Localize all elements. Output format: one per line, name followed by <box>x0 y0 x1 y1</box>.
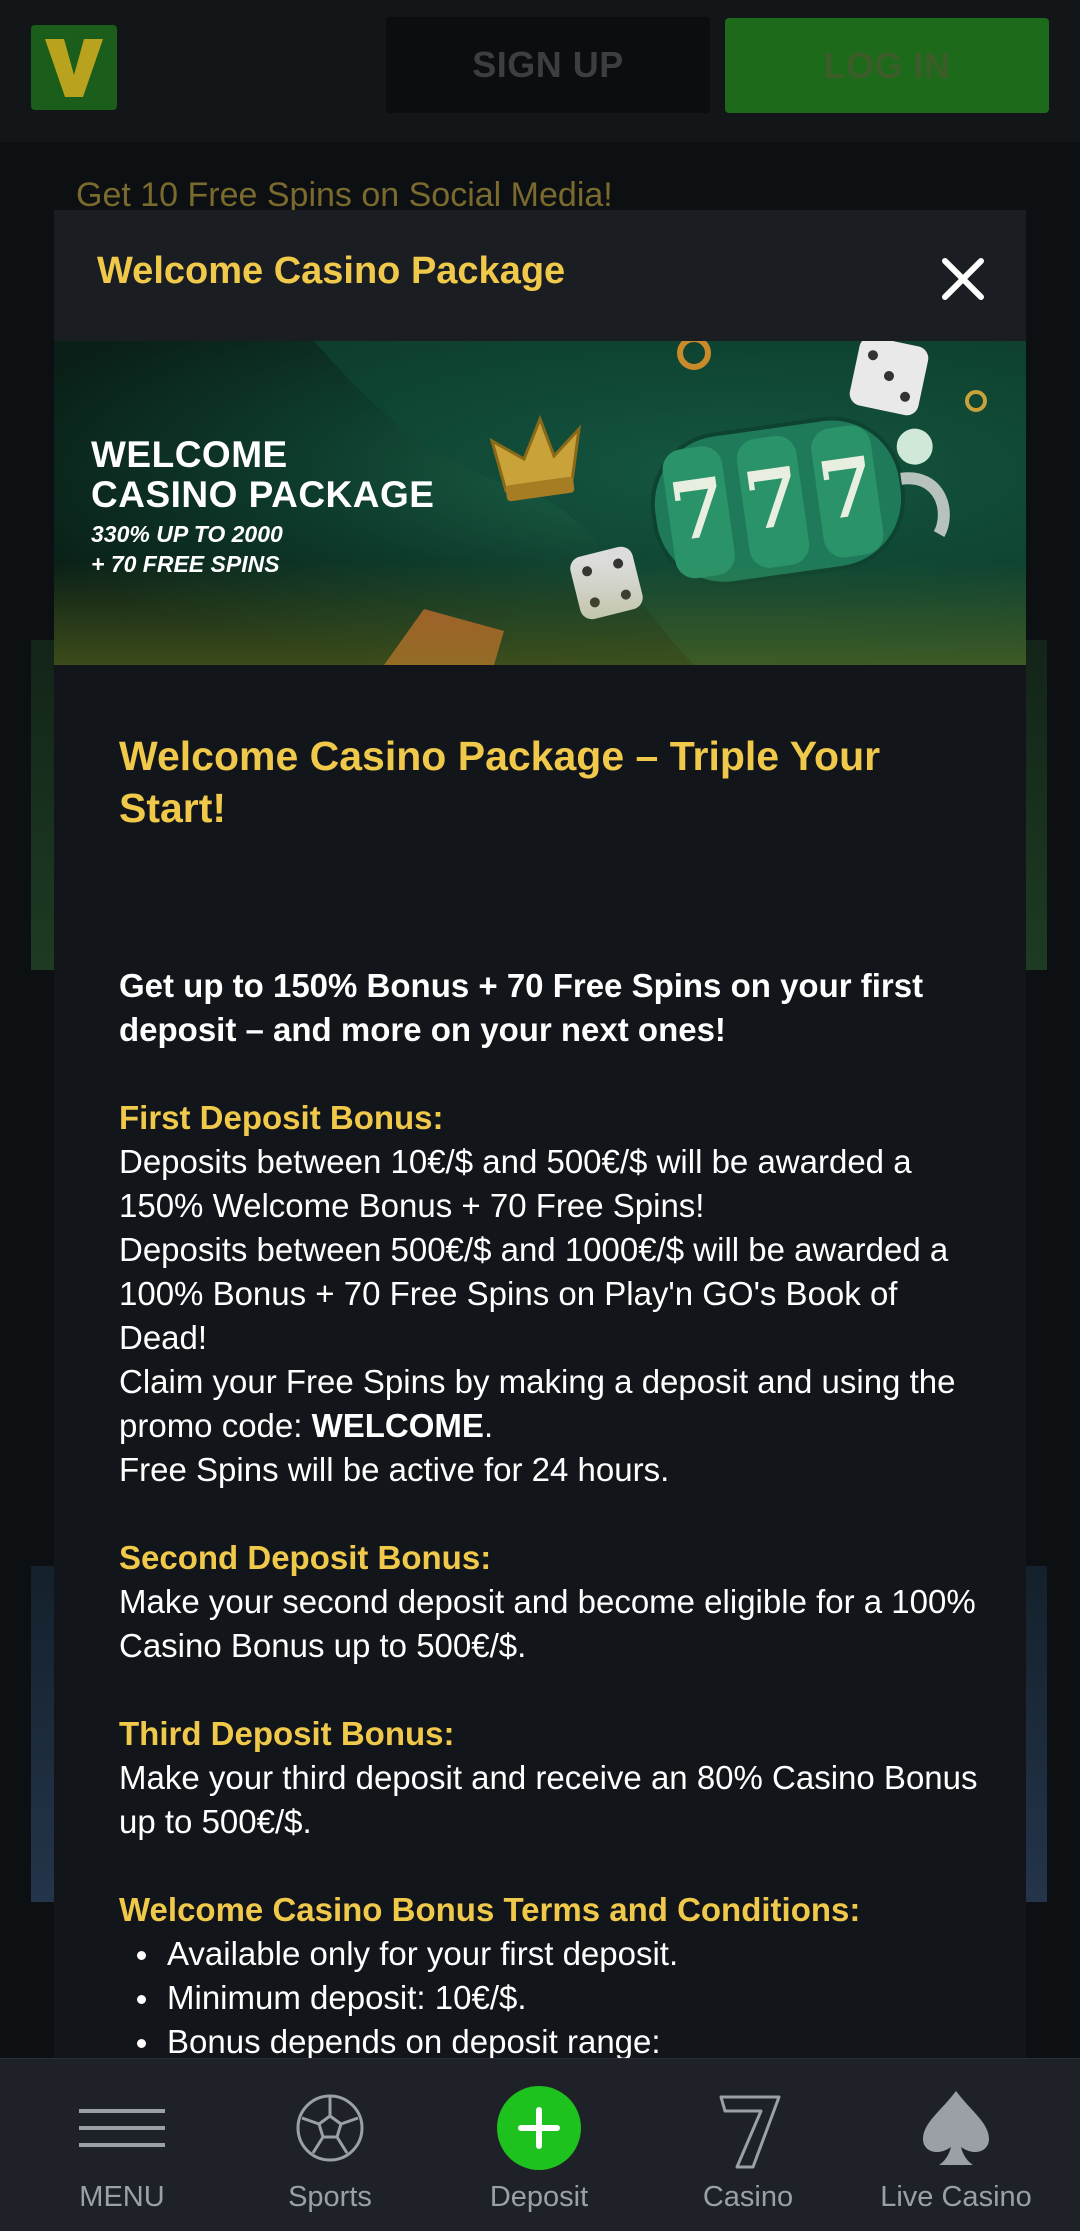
hamburger-menu-icon <box>79 2109 165 2147</box>
nav-label: Deposit <box>489 2181 589 2213</box>
third-deposit-section: Third Deposit Bonus: Make your third dep… <box>119 1712 979 1844</box>
modal-title: Welcome Casino Package <box>97 250 566 292</box>
text: Claim your Free Spins by making a deposi… <box>119 1363 956 1444</box>
banner-subline: + 70 FREE SPINS <box>91 551 280 577</box>
nav-item-deposit[interactable]: Deposit <box>434 2059 644 2231</box>
paragraph: Make your second deposit and become elig… <box>119 1583 976 1664</box>
nav-item-menu[interactable]: MENU <box>17 2059 227 2231</box>
nav-label: Casino <box>702 2181 794 2213</box>
section-title: First Deposit Bonus: <box>119 1099 444 1136</box>
promo-banner: 7 7 7 WELCOME CASINO PACKAGE 330% UP TO … <box>54 341 1026 665</box>
modal-header: Welcome Casino Package <box>54 210 1026 341</box>
modal-content: Welcome Casino Package – Triple Your Sta… <box>119 730 979 2064</box>
banner-subline: 330% UP TO 2000 <box>91 521 283 547</box>
paragraph: Make your third deposit and receive an 8… <box>119 1759 978 1840</box>
log-in-button[interactable]: LOG IN <box>725 18 1049 113</box>
promo-code: WELCOME <box>311 1407 484 1444</box>
nav-label: Sports <box>288 2181 372 2213</box>
second-deposit-section: Second Deposit Bonus: Make your second d… <box>119 1536 979 1668</box>
paragraph: Deposits between 500€/$ and 1000€/$ will… <box>119 1231 949 1356</box>
top-header: SIGN UP LOG IN <box>0 0 1080 142</box>
nav-label: MENU <box>79 2181 165 2213</box>
seven-icon <box>719 2095 781 2169</box>
close-icon <box>942 258 984 300</box>
paragraph: Claim your Free Spins by making a deposi… <box>119 1360 979 1448</box>
nav-item-live-casino[interactable]: Live Casino <box>851 2059 1061 2231</box>
banner-headline: CASINO PACKAGE <box>91 474 435 515</box>
brand-logo[interactable] <box>31 25 117 110</box>
banner-headline: WELCOME <box>91 434 288 475</box>
nav-label: Live Casino <box>880 2181 1032 2213</box>
first-deposit-section: First Deposit Bonus: Deposits between 10… <box>119 1096 979 1492</box>
paragraph: Free Spins will be active for 24 hours. <box>119 1451 670 1488</box>
soccer-ball-icon <box>296 2094 364 2162</box>
terms-list: Available only for your first deposit. M… <box>119 1932 979 2064</box>
section-title: Third Deposit Bonus: <box>119 1715 455 1752</box>
plus-circle-icon <box>497 2086 581 2170</box>
sign-up-button[interactable]: SIGN UP <box>386 17 710 113</box>
bottom-navigation: MENU Sports Deposit Casino Live Casino <box>0 2058 1080 2231</box>
section-title: Second Deposit Bonus: <box>119 1539 492 1576</box>
intro-text: Get up to 150% Bonus + 70 Free Spins on … <box>119 967 924 1048</box>
list-item: Minimum deposit: 10€/$. <box>119 1976 979 2020</box>
nav-item-casino[interactable]: Casino <box>643 2059 853 2231</box>
welcome-package-modal: Welcome Casino Package 7 7 7 WELCOME CAS… <box>54 210 1026 2068</box>
terms-section: Welcome Casino Bonus Terms and Condition… <box>119 1888 979 2064</box>
list-item: Available only for your first deposit. <box>119 1932 979 1976</box>
logo-v-icon <box>45 39 103 97</box>
spade-icon <box>923 2091 989 2165</box>
section-title: Welcome Casino Bonus Terms and Condition… <box>119 1891 861 1928</box>
nav-item-sports[interactable]: Sports <box>225 2059 435 2231</box>
text: . <box>483 1407 494 1444</box>
close-button[interactable] <box>938 254 988 304</box>
paragraph: Deposits between 10€/$ and 500€/$ will b… <box>119 1143 912 1224</box>
content-heading: Welcome Casino Package – Triple Your Sta… <box>119 733 881 831</box>
